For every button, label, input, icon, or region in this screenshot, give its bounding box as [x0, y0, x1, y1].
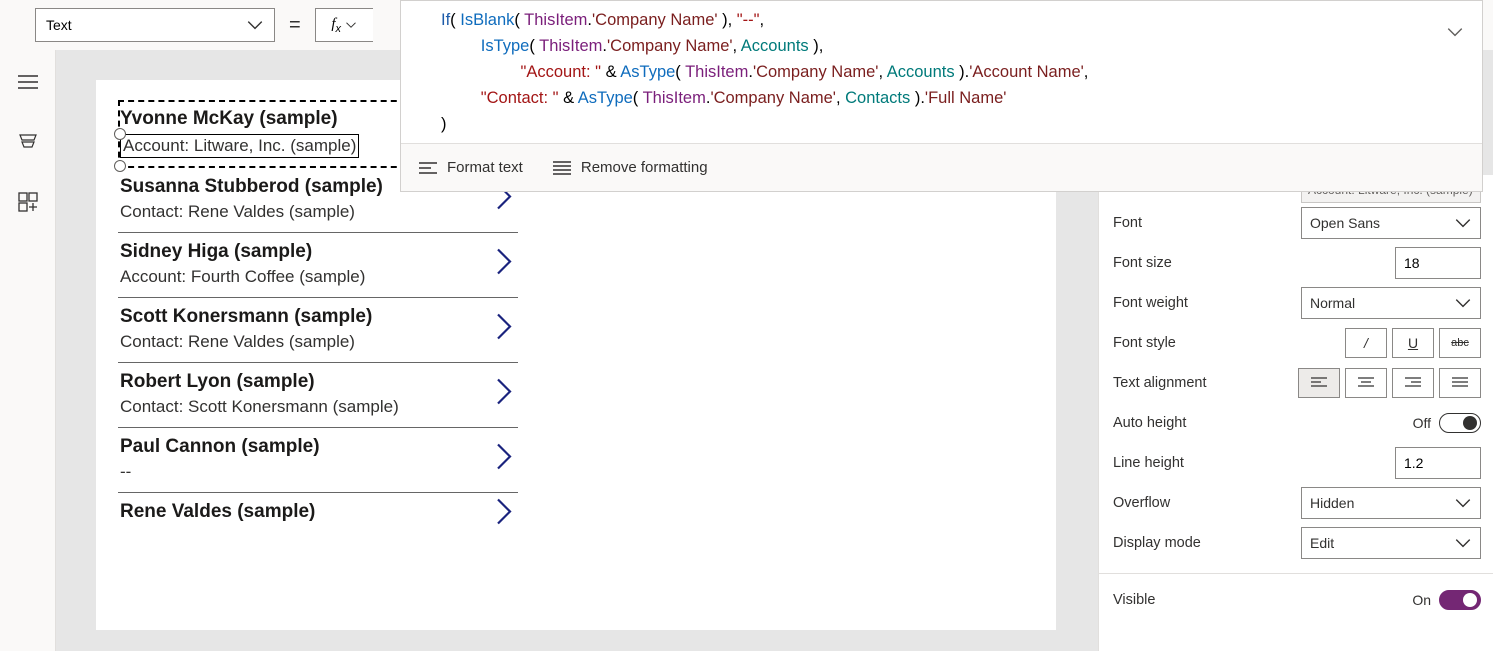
remove-formatting-label: Remove formatting: [581, 159, 708, 176]
fx-icon: fx: [331, 16, 341, 35]
prop-displaymode-label: Display mode: [1113, 535, 1301, 551]
chevron-down-icon: [345, 19, 357, 31]
chevron-right-icon[interactable]: [496, 443, 512, 478]
gallery-item-title: Robert Lyon (sample): [120, 371, 516, 393]
chevron-down-icon: [1454, 534, 1472, 552]
align-justify-button[interactable]: [1439, 368, 1481, 398]
chevron-down-icon: [1454, 494, 1472, 512]
insert-icon[interactable]: [18, 192, 38, 212]
format-text-label: Format text: [447, 159, 523, 176]
align-left-button[interactable]: [1298, 368, 1340, 398]
align-group: [1298, 368, 1481, 398]
chevron-right-icon[interactable]: [496, 248, 512, 283]
displaymode-value: Edit: [1310, 535, 1334, 551]
gallery-item-title: Scott Konersmann (sample): [120, 306, 516, 328]
formula-editor[interactable]: If( IsBlank( ThisItem.'Company Name' ), …: [400, 0, 1483, 192]
strikethrough-button[interactable]: abc: [1439, 328, 1481, 358]
gallery-item-subtitle: Account: Fourth Coffee (sample): [120, 267, 516, 287]
align-right-button[interactable]: [1392, 368, 1434, 398]
prop-autoheight-label: Auto height: [1113, 415, 1413, 431]
gallery-item[interactable]: Paul Cannon (sample) --: [118, 428, 518, 493]
formula-expand-toggle[interactable]: [1446, 23, 1464, 44]
fx-button[interactable]: fx: [315, 8, 373, 42]
gallery-item-title: Sidney Higa (sample): [120, 241, 516, 263]
prop-lineheight-label: Line height: [1113, 455, 1395, 471]
equals-sign: =: [289, 14, 301, 37]
prop-font-label: Font: [1113, 215, 1301, 231]
format-text-button[interactable]: Format text: [419, 159, 523, 176]
chevron-right-icon[interactable]: [496, 378, 512, 413]
italic-button[interactable]: /: [1345, 328, 1387, 358]
align-center-button[interactable]: [1345, 368, 1387, 398]
prop-fontstyle-label: Font style: [1113, 335, 1345, 351]
fontsize-input[interactable]: [1395, 247, 1481, 279]
displaymode-select[interactable]: Edit: [1301, 527, 1481, 559]
gallery-item[interactable]: Scott Konersmann (sample) Contact: Rene …: [118, 298, 518, 363]
visible-toggle[interactable]: [1439, 590, 1481, 610]
font-value: Open Sans: [1310, 215, 1380, 231]
property-select[interactable]: Text: [35, 8, 275, 42]
divider: [1099, 573, 1493, 574]
subtitle-label-selected[interactable]: Account: Litware, Inc. (sample): [120, 134, 359, 158]
chevron-right-icon[interactable]: [496, 498, 512, 533]
gallery-item-title: Paul Cannon (sample): [120, 436, 516, 458]
gallery-item-subtitle: Contact: Rene Valdes (sample): [120, 332, 516, 352]
gallery-item-subtitle: Contact: Rene Valdes (sample): [120, 202, 516, 222]
formula-toolbar: Format text Remove formatting: [401, 143, 1482, 191]
fontweight-select[interactable]: Normal: [1301, 287, 1481, 319]
prop-fontweight-label: Font weight: [1113, 295, 1301, 311]
overflow-value: Hidden: [1310, 495, 1354, 511]
resize-handle[interactable]: [114, 128, 126, 140]
formula-code[interactable]: If( IsBlank( ThisItem.'Company Name' ), …: [401, 1, 1482, 143]
lineheight-input[interactable]: [1395, 447, 1481, 479]
properties-panel: Text Account: Litware, Inc. (sample) Fon…: [1098, 175, 1493, 651]
overflow-select[interactable]: Hidden: [1301, 487, 1481, 519]
fontstyle-group: / U abc: [1345, 328, 1481, 358]
prop-overflow-label: Overflow: [1113, 495, 1301, 511]
format-icon: [419, 161, 437, 175]
underline-button[interactable]: U: [1392, 328, 1434, 358]
chevron-down-icon: [1454, 294, 1472, 312]
gallery-item-subtitle: Contact: Scott Konersmann (sample): [120, 397, 516, 417]
gallery-item[interactable]: Robert Lyon (sample) Contact: Scott Kone…: [118, 363, 518, 428]
autoheight-value: Off: [1413, 415, 1431, 431]
remove-formatting-button[interactable]: Remove formatting: [553, 159, 708, 176]
left-nav-rail: [0, 50, 56, 651]
tree-view-icon[interactable]: [18, 132, 38, 152]
property-select-value: Text: [46, 17, 72, 33]
visible-value: On: [1412, 592, 1431, 608]
hamburger-icon[interactable]: [18, 72, 38, 92]
autoheight-toggle[interactable]: [1439, 413, 1481, 433]
remove-format-icon: [553, 161, 571, 175]
chevron-down-icon: [246, 16, 264, 34]
fontweight-value: Normal: [1310, 295, 1355, 311]
font-select[interactable]: Open Sans: [1301, 207, 1481, 239]
gallery-item-subtitle: --: [120, 462, 516, 482]
prop-fontsize-label: Font size: [1113, 255, 1395, 271]
gallery-item[interactable]: Sidney Higa (sample) Account: Fourth Cof…: [118, 233, 518, 298]
chevron-down-icon: [1454, 214, 1472, 232]
gallery-item[interactable]: Rene Valdes (sample): [118, 493, 518, 537]
prop-visible-label: Visible: [1113, 592, 1412, 608]
gallery-item-title: Rene Valdes (sample): [120, 501, 516, 523]
chevron-right-icon[interactable]: [496, 313, 512, 348]
prop-align-label: Text alignment: [1113, 375, 1298, 391]
